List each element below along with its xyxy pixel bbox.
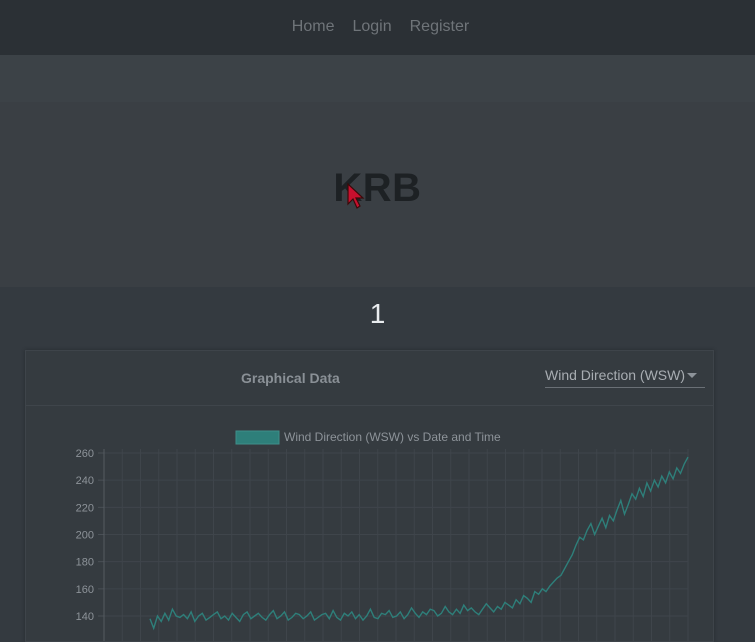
series-line-wind-direction <box>149 456 689 631</box>
nav-link-login[interactable]: Login <box>352 18 391 36</box>
station-title: KRB <box>333 166 422 210</box>
page-number: 1 <box>369 298 386 329</box>
legend-label: Wind Direction (WSW) vs Date and Time <box>284 430 501 444</box>
y-tick-label: 140 <box>76 611 94 623</box>
y-tick-label: 240 <box>76 475 94 487</box>
mouse-pointer-icon <box>347 182 365 209</box>
y-tick-label: 180 <box>76 557 94 569</box>
legend-swatch <box>235 430 280 445</box>
graph-card: Graphical Data Wind Direction (WSW) Wind… <box>25 350 714 642</box>
nav-link-home[interactable]: Home <box>292 18 335 36</box>
y-tick-label: 220 <box>76 502 94 514</box>
header-band <box>0 55 755 102</box>
line-chart: Wind Direction (WSW) vs Date and Time 140… <box>76 430 689 641</box>
nav-link-register[interactable]: Register <box>410 18 470 36</box>
y-tick-label: 200 <box>76 530 94 542</box>
nav-links: Home Login Register <box>292 18 469 36</box>
y-tick-label: 160 <box>76 584 94 596</box>
top-navbar: Home Login Register <box>0 0 755 55</box>
y-tick-label: 260 <box>76 448 94 460</box>
